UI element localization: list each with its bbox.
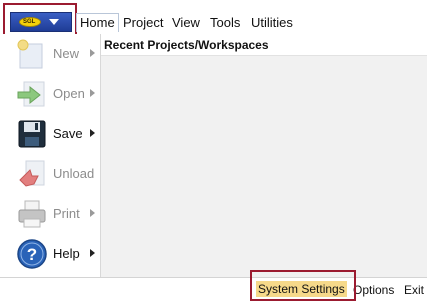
submenu-arrow-icon — [90, 89, 95, 97]
page-title: Recent Projects/Workspaces — [104, 38, 269, 52]
open-folder-icon — [17, 81, 45, 107]
backstage-item-label: Help — [53, 246, 80, 261]
backstage-item-label: Unload — [53, 166, 95, 181]
backstage-item-open[interactable]: Open — [0, 74, 100, 114]
svg-text:?: ? — [27, 245, 37, 264]
submenu-arrow-icon — [90, 209, 95, 217]
submenu-arrow-icon — [90, 129, 95, 137]
tab-tools[interactable]: Tools — [210, 14, 240, 31]
submenu-arrow-icon — [90, 249, 95, 257]
tab-utilities[interactable]: Utilities — [251, 14, 293, 31]
unload-icon — [19, 160, 45, 187]
new-document-icon — [17, 39, 43, 69]
backstage-menu: New Open Save Unload Print ? Help — [0, 34, 101, 277]
exit-button[interactable]: Exit — [404, 283, 424, 297]
backstage-item-label: Open — [53, 86, 85, 101]
recent-projects-header: Recent Projects/Workspaces — [101, 34, 427, 56]
backstage-item-label: New — [53, 46, 80, 61]
backstage-item-print[interactable]: Print — [0, 194, 100, 234]
backstage-item-help[interactable]: ? Help — [0, 234, 100, 274]
help-icon: ? — [17, 239, 47, 269]
bottom-bar: System Settings Options Exit — [0, 277, 427, 301]
submenu-arrow-icon — [90, 49, 95, 57]
system-settings-highlight — [250, 270, 356, 301]
backstage-item-label: Save — [53, 126, 83, 141]
backstage-item-unload[interactable]: Unload — [0, 154, 100, 194]
tab-project[interactable]: Project — [123, 14, 163, 31]
tab-view[interactable]: View — [172, 14, 200, 31]
backstage-item-new[interactable]: New — [0, 34, 100, 74]
recent-projects-pane: Recent Projects/Workspaces — [101, 34, 427, 277]
backstage-item-save[interactable]: Save — [0, 114, 100, 154]
printer-icon — [18, 200, 46, 228]
options-button[interactable]: Options — [353, 283, 394, 297]
menu-bar: SGL Home Project View Tools Utilities — [0, 0, 427, 42]
backstage-item-label: Print — [53, 206, 80, 221]
app-window: SGL Home Project View Tools Utilities Ne… — [0, 0, 427, 301]
tab-home[interactable]: Home — [76, 13, 119, 32]
save-disk-icon — [18, 120, 46, 148]
